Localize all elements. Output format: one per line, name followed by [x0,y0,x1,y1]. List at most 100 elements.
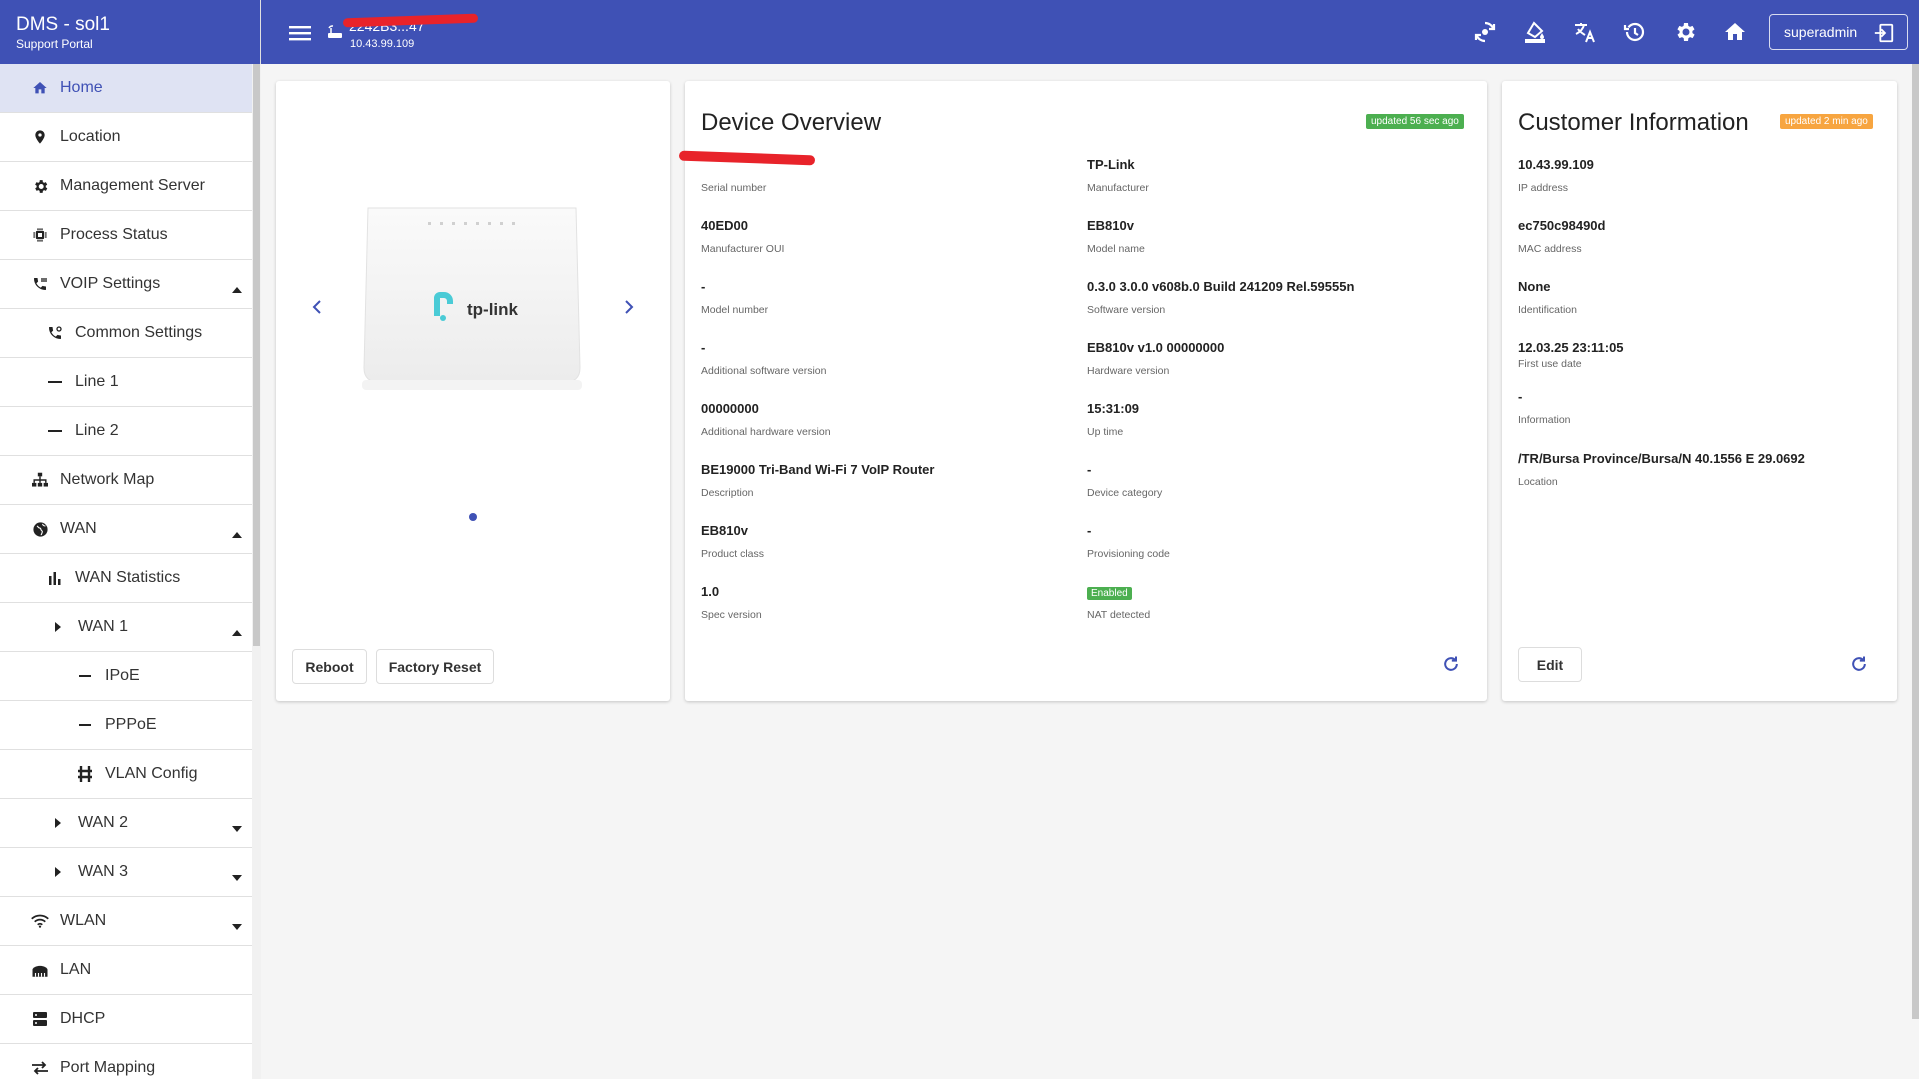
field-model-number: - Model number [701,279,769,316]
sidebar-item-label: PPPoE [105,716,157,733]
format-paint-icon[interactable] [1521,18,1549,46]
caret-down-icon [232,917,242,935]
sidebar-item-vlan-config[interactable]: VLAN Config [0,750,252,799]
customer-info-card: Customer Information updated 2 min ago 1… [1502,81,1897,701]
sidebar-item-label: Location [60,128,121,145]
sidebar-nav: Home Location Management Server Process … [0,64,252,1079]
sidebar-item-management-server[interactable]: Management Server [0,162,252,211]
field-model-name: EB810v Model name [1087,218,1145,255]
field-description: BE19000 Tri-Band Wi-Fi 7 VoIP Router Desc… [701,462,935,499]
edit-button[interactable]: Edit [1518,647,1582,682]
field-nat-detected: Enabled NAT detected [1087,587,1151,621]
sidebar-item-wan-3[interactable]: WAN 3 [0,848,252,897]
sidebar-item-wlan[interactable]: WLAN [0,897,252,946]
factory-reset-button[interactable]: Factory Reset [376,649,494,684]
location-pin-icon [30,127,50,147]
sidebar-item-common-settings[interactable]: Common Settings [0,309,252,358]
sidebar-item-line-1[interactable]: Line 1 [0,358,252,407]
sidebar: DMS - sol1 Support Portal Home Location … [0,0,261,1079]
sidebar-item-wan-statistics[interactable]: WAN Statistics [0,554,252,603]
sync-icon[interactable] [1471,18,1499,46]
page-scrollbar[interactable] [1910,64,1919,1019]
field-up-time: 15:31:09 Up time [1087,401,1140,438]
updated-badge: updated 56 sec ago [1366,114,1464,129]
sidebar-item-ipoe[interactable]: IPoE [0,652,252,701]
field-hardware-version: EB810v v1.0 00000000 Hardware version [1087,340,1225,377]
toolbar-icons [1471,18,1749,46]
home-icon[interactable] [1721,18,1749,46]
field-serial-number: Serial number [701,182,767,194]
sidebar-scrollbar-thumb[interactable] [253,64,260,646]
sidebar-item-wan-2[interactable]: WAN 2 [0,799,252,848]
chip-icon [30,225,50,245]
sidebar-item-label: Process Status [60,226,168,243]
translate-icon[interactable] [1571,18,1599,46]
field-provisioning-code: - Provisioning code [1087,523,1170,560]
sidebar-item-location[interactable]: Location [0,113,252,162]
field-additional-hardware-version: 00000000 Additional hardware version [701,401,831,438]
refresh-icon[interactable] [1849,654,1869,679]
history-icon[interactable] [1621,18,1649,46]
sidebar-item-pppoe[interactable]: PPPoE [0,701,252,750]
sidebar-item-label: Line 2 [75,422,119,439]
carousel-dot[interactable] [469,513,477,521]
field-additional-software-version: - Additional software version [701,340,827,377]
field-location: /TR/Bursa Province/Bursa/N 40.1556 E 29.… [1518,451,1805,488]
caret-down-icon [232,819,242,837]
sidebar-item-label: WAN 3 [78,863,129,880]
carousel-prev-icon[interactable] [312,299,322,320]
device-overview-card: Device Overview updated 56 sec ago Seria… [678,81,1487,701]
sidebar-item-label: Home [60,79,103,96]
updated-badge: updated 2 min ago [1780,114,1873,129]
user-logout-button[interactable]: superadmin [1769,14,1908,50]
sidebar-item-wan[interactable]: WAN [0,505,252,554]
swap-icon [30,1058,50,1078]
sidebar-item-lan[interactable]: LAN [0,946,252,995]
globe-icon [30,519,50,539]
menu-icon[interactable] [289,20,315,44]
sidebar-item-label: Network Map [60,471,155,488]
router-icon [327,25,343,44]
sidebar-item-home[interactable]: Home [0,64,252,113]
field-identification: None Identification [1518,279,1577,316]
sidebar-item-network-map[interactable]: Network Map [0,456,252,505]
caret-up-icon [232,623,242,641]
phone-icon [30,274,50,294]
field-device-category: - Device category [1087,462,1163,499]
triangle-right-icon [48,813,68,833]
brand-title: DMS - sol1 [16,14,110,35]
sitemap-icon [30,470,50,490]
sidebar-item-label: WLAN [60,912,107,929]
reboot-button[interactable]: Reboot [292,649,367,684]
sidebar-item-line-2[interactable]: Line 2 [0,407,252,456]
sidebar-item-label: Port Mapping [60,1059,156,1076]
carousel-next-icon[interactable] [624,299,634,320]
triangle-right-icon [48,862,68,882]
customer-info-title: Customer Information [1518,109,1749,136]
page-scrollbar-thumb[interactable] [1912,64,1919,1019]
sidebar-item-label: LAN [60,961,92,978]
sidebar-item-dhcp[interactable]: DHCP [0,995,252,1044]
brand-subtitle: Support Portal [16,37,93,51]
settings-icon[interactable] [1671,18,1699,46]
field-manufacturer: TP-Link Manufacturer [1087,157,1149,194]
field-manufacturer-oui: 40ED00 Manufacturer OUI [701,218,785,255]
device-image-card: tp-link Reboot Factory Reset [276,81,670,701]
dash-icon [45,421,65,441]
triangle-right-icon [48,617,68,637]
topbar: 2242B3...47 10.43.99.109 superadmin [261,0,1919,64]
sidebar-item-port-mapping[interactable]: Port Mapping [0,1044,252,1079]
ethernet-icon [30,960,50,980]
sidebar-item-label: WAN Statistics [75,569,181,586]
sidebar-scrollbar[interactable] [252,64,261,1079]
vlan-icon [75,764,95,784]
dash-icon [45,372,65,392]
status-badge: Enabled [1087,587,1132,600]
sidebar-item-voip-settings[interactable]: VOIP Settings [0,260,252,309]
sidebar-item-process-status[interactable]: Process Status [0,211,252,260]
dash-icon [75,715,95,735]
field-ip-address: 10.43.99.109 IP address [1518,157,1594,194]
refresh-icon[interactable] [1441,654,1461,679]
sidebar-item-wan-1[interactable]: WAN 1 [0,603,252,652]
sidebar-item-label: IPoE [105,667,140,684]
